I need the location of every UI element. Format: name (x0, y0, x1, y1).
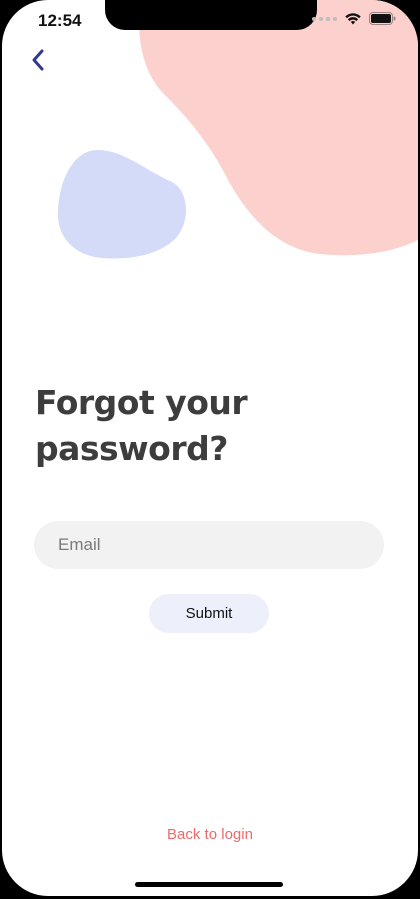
home-indicator[interactable] (135, 882, 283, 887)
chevron-left-icon (32, 49, 44, 71)
page-title-line-2: password? (35, 429, 228, 468)
app-screen: 12:54 Forgot your password? Email Submit… (2, 0, 418, 896)
wifi-icon (345, 12, 361, 24)
email-field[interactable] (34, 521, 384, 569)
status-icons (312, 12, 396, 25)
back-button[interactable] (26, 46, 54, 74)
decorative-blobs (57, 0, 418, 259)
cellular-signal-icon (312, 16, 337, 21)
device-notch (105, 0, 317, 30)
blue-blob (57, 150, 187, 259)
page-title: Forgot your password? (35, 380, 248, 472)
battery-icon (369, 12, 396, 25)
device-frame: 12:54 Forgot your password? Email Submit… (0, 0, 420, 899)
back-to-login-link[interactable]: Back to login (2, 826, 418, 843)
status-time: 12:54 (38, 11, 82, 30)
page-title-line-1: Forgot your (35, 383, 248, 422)
submit-button[interactable]: Submit (149, 594, 269, 633)
